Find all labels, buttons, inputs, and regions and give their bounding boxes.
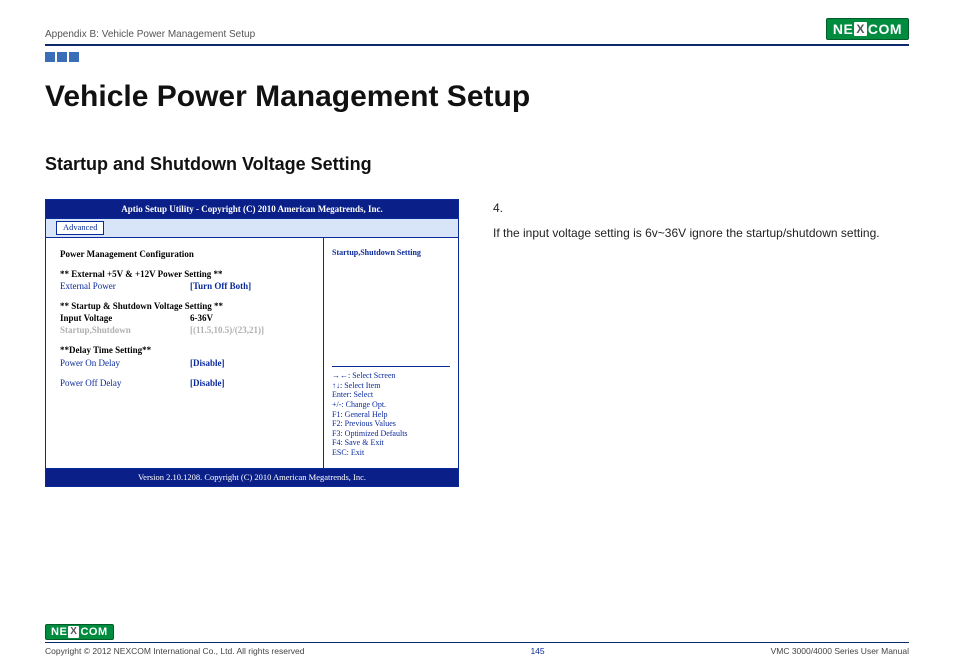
bios-help-l7: F3: Optimized Defaults — [332, 429, 450, 439]
footer-logo-right: COM — [80, 626, 107, 638]
footer-logo-x: X — [68, 626, 79, 638]
bios-tab-advanced: Advanced — [56, 221, 104, 234]
bios-help-l6: F2: Previous Values — [332, 419, 450, 429]
decorative-squares — [45, 52, 909, 62]
nexcom-logo: NE X COM — [826, 18, 909, 40]
footer-logo-left: NE — [51, 626, 67, 638]
bios-group2-header: ** Startup & Shutdown Voltage Setting ** — [60, 300, 313, 312]
bios-power-on-delay-label: Power On Delay — [60, 357, 190, 369]
bios-help-l2: ↑↓: Select Item — [332, 381, 450, 391]
header-rule — [45, 44, 909, 46]
bios-help-l9: ESC: Exit — [332, 448, 450, 458]
bios-input-voltage-value: 6-36V — [190, 312, 313, 324]
bios-help-panel: Startup,Shutdown Setting →←: Select Scre… — [324, 238, 458, 468]
bios-tab-row: Advanced — [46, 218, 458, 237]
bios-startup-label: Startup,Shutdown — [60, 324, 190, 336]
bios-main-panel: Power Management Configuration ** Extern… — [46, 238, 324, 468]
bios-help-l5: F1: General Help — [332, 410, 450, 420]
bios-footer: Version 2.10.1208. Copyright (C) 2010 Am… — [46, 468, 458, 486]
bios-help-l1: →←: Select Screen — [332, 371, 450, 381]
bios-input-voltage-label: Input Voltage — [60, 312, 190, 324]
bios-help-l3: Enter: Select — [332, 390, 450, 400]
bios-power-on-delay-value: [Disable] — [190, 357, 313, 369]
bios-row-startup-shutdown: Startup,Shutdown [(11.5,10.5)/(23,21)] — [60, 324, 313, 336]
bios-group3-header: **Delay Time Setting** — [60, 344, 313, 356]
bios-row-external-power: External Power [Turn Off Both] — [60, 280, 313, 292]
footer-copyright: Copyright © 2012 NEXCOM International Co… — [45, 646, 305, 656]
bios-power-off-delay-label: Power Off Delay — [60, 377, 190, 389]
bios-item-hint: Startup,Shutdown Setting — [332, 248, 450, 259]
section-title: Startup and Shutdown Voltage Setting — [45, 154, 909, 175]
step-number: 4. — [493, 199, 909, 218]
bios-screenshot: Aptio Setup Utility - Copyright (C) 2010… — [45, 199, 459, 487]
bios-title-bar: Aptio Setup Utility - Copyright (C) 2010… — [46, 200, 458, 218]
instruction-column: 4. If the input voltage setting is 6v~36… — [493, 199, 909, 243]
bios-help-keys: →←: Select Screen ↑↓: Select Item Enter:… — [332, 371, 450, 457]
bios-help-divider — [332, 366, 450, 367]
bios-group1-header: ** External +5V & +12V Power Setting ** — [60, 268, 313, 280]
page-title: Vehicle Power Management Setup — [45, 80, 909, 114]
bios-row-input-voltage: Input Voltage 6-36V — [60, 312, 313, 324]
bios-startup-value: [(11.5,10.5)/(23,21)] — [190, 324, 313, 336]
footer-page-number: 145 — [530, 646, 544, 656]
bios-help-l8: F4: Save & Exit — [332, 438, 450, 448]
logo-part-x: X — [854, 22, 867, 36]
logo-part-left: NE — [833, 21, 853, 37]
breadcrumb: Appendix B: Vehicle Power Management Set… — [45, 29, 255, 40]
footer-rule — [45, 642, 909, 643]
footer-manual-name: VMC 3000/4000 Series User Manual — [771, 646, 909, 656]
bios-row-power-off-delay: Power Off Delay [Disable] — [60, 377, 313, 389]
bios-external-power-label: External Power — [60, 280, 190, 292]
bios-row-power-on-delay: Power On Delay [Disable] — [60, 357, 313, 369]
step-text: If the input voltage setting is 6v~36V i… — [493, 224, 909, 243]
bios-help-l4: +/-: Change Opt. — [332, 400, 450, 410]
logo-part-right: COM — [868, 21, 902, 37]
bios-power-off-delay-value: [Disable] — [190, 377, 313, 389]
bios-section-header: Power Management Configuration — [60, 248, 313, 260]
footer-logo: NE X COM — [45, 624, 114, 640]
bios-external-power-value: [Turn Off Both] — [190, 280, 313, 292]
